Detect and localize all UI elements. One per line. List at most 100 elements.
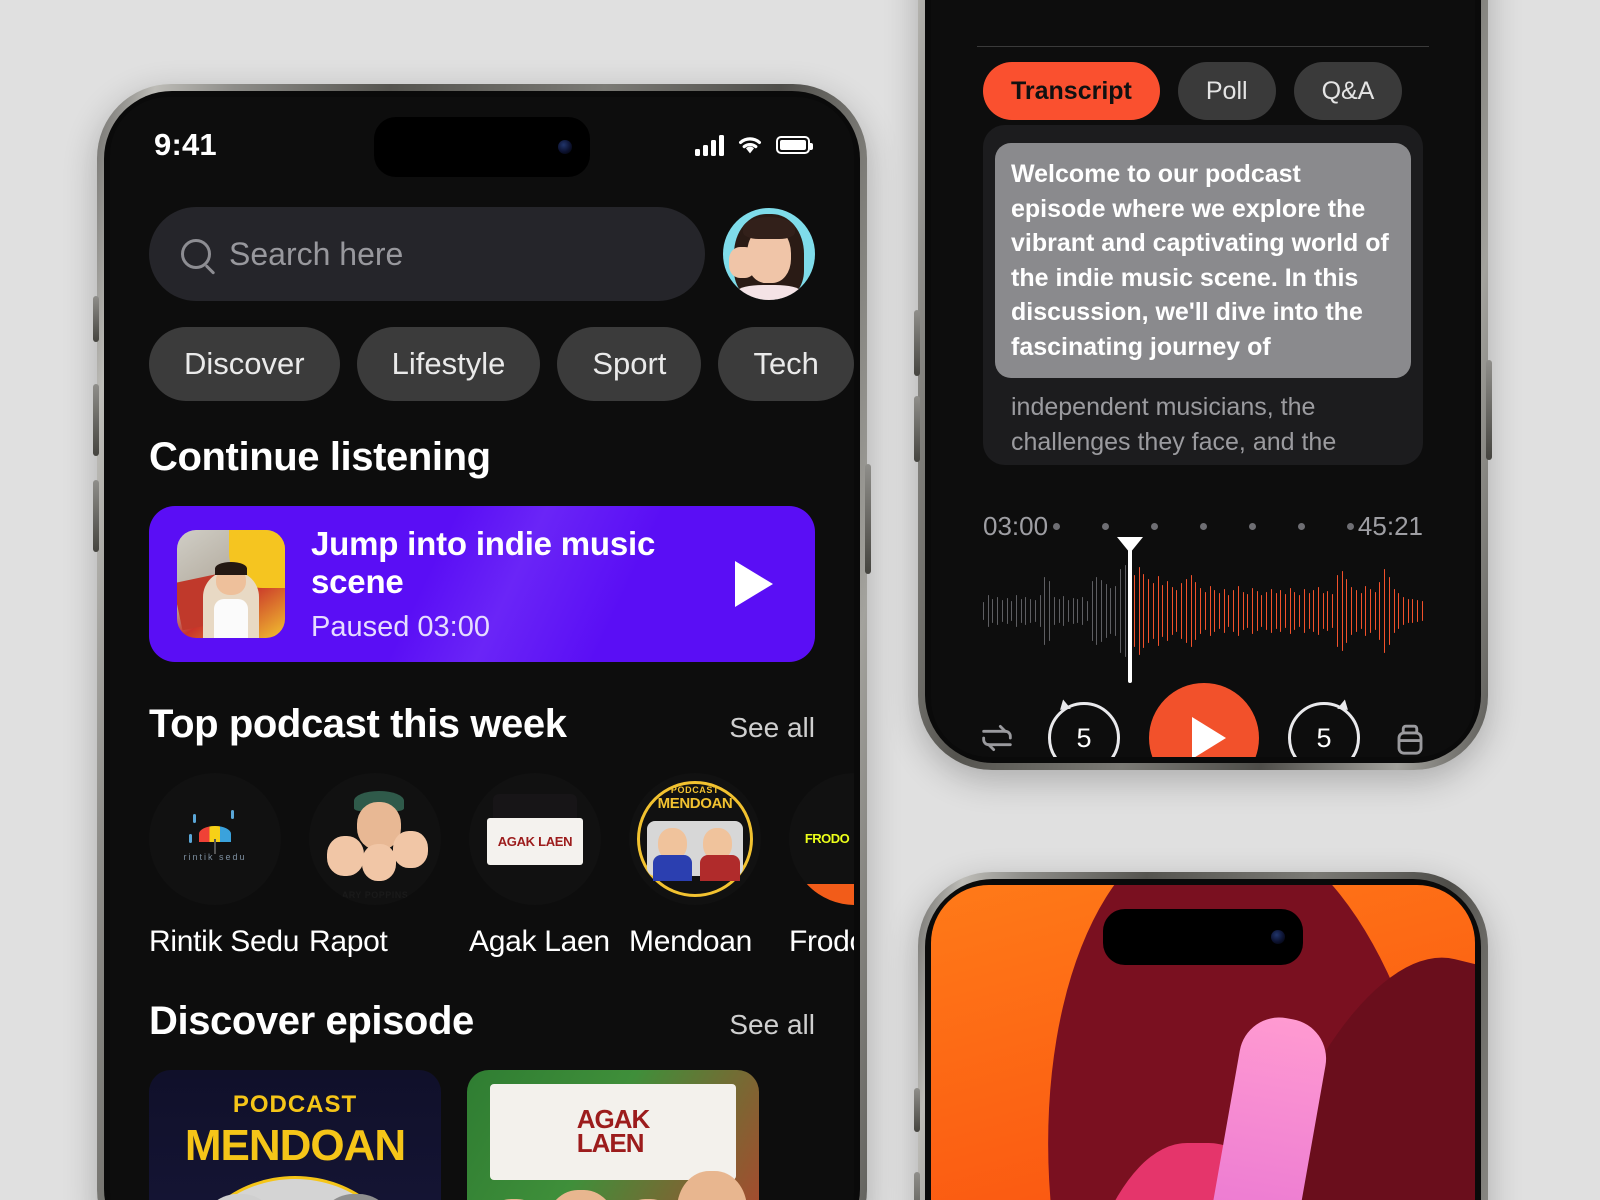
forward-5-icon[interactable]: 5 bbox=[1288, 699, 1360, 757]
waveform-bar bbox=[1025, 596, 1027, 626]
player-controls: 5 5 bbox=[975, 683, 1431, 757]
waveform-bar bbox=[1327, 590, 1329, 632]
playhead-handle[interactable] bbox=[1128, 541, 1133, 683]
waveform-bar bbox=[1110, 587, 1112, 635]
rapot-artwork: ARY POPPINS bbox=[309, 773, 441, 905]
waveform-bar bbox=[1398, 592, 1399, 630]
play-icon[interactable] bbox=[735, 561, 773, 607]
waveform-bar bbox=[1148, 579, 1149, 643]
waveform-bar bbox=[1181, 583, 1182, 639]
top-podcast-list: rintik sedu Rintik Sedu ARY POPPINS Rapo… bbox=[149, 773, 854, 959]
search-input[interactable]: Search here bbox=[149, 207, 705, 301]
waveform-bar bbox=[1355, 589, 1357, 633]
volume-up-button[interactable] bbox=[93, 384, 99, 456]
speaker-icon[interactable] bbox=[1389, 716, 1431, 757]
continue-listening-heading: Continue listening bbox=[149, 435, 491, 479]
avatar-shirt bbox=[737, 285, 801, 300]
chip-sport[interactable]: Sport bbox=[557, 327, 702, 401]
tab-poll[interactable]: Poll bbox=[1177, 62, 1276, 120]
discover-card-mendoan[interactable]: PODCAST MENDOAN bbox=[149, 1070, 441, 1200]
continue-listening-card[interactable]: Jump into indie music scene Paused 03:00 bbox=[149, 506, 815, 662]
podcast-item-frodo[interactable]: FRODO Frodo bbox=[789, 773, 854, 959]
waveform-bar bbox=[1020, 599, 1022, 623]
status-indicators bbox=[695, 134, 813, 156]
waveform-bar bbox=[1322, 592, 1324, 630]
waveform-bar bbox=[1369, 588, 1371, 634]
waveform-bar bbox=[987, 594, 989, 628]
power-button[interactable] bbox=[1486, 360, 1492, 460]
podcast-name: Frodo bbox=[789, 925, 854, 958]
waveform-bar bbox=[1379, 582, 1381, 640]
waveform-bar bbox=[1053, 596, 1055, 626]
waveform-bar bbox=[1115, 586, 1116, 636]
action-button[interactable] bbox=[93, 296, 99, 342]
podcast-item-rapot[interactable]: ARY POPPINS Rapot bbox=[309, 773, 441, 959]
rintik-sedu-artwork: rintik sedu bbox=[149, 773, 281, 905]
volume-up-button[interactable] bbox=[914, 1172, 920, 1200]
waveform-bar bbox=[1412, 599, 1414, 623]
avatar-hand bbox=[728, 246, 757, 278]
wifi-icon bbox=[739, 137, 761, 154]
top-podcast-see-all[interactable]: See all bbox=[729, 712, 815, 744]
chip-discover[interactable]: Discover bbox=[149, 327, 340, 401]
podcast-item-agak-laen[interactable]: AGAK LAEN Agak Laen bbox=[469, 773, 610, 959]
rewind-5-icon[interactable]: 5 bbox=[1048, 699, 1120, 757]
podcast-name: Rintik Sedu bbox=[149, 925, 300, 958]
waveform-bar bbox=[1261, 594, 1263, 628]
waveform-bar bbox=[1185, 579, 1187, 643]
waveform-bar bbox=[1124, 564, 1126, 658]
chip-lifestyle[interactable]: Lifestyle bbox=[356, 327, 541, 401]
waveform-bars bbox=[983, 563, 1423, 659]
avatar[interactable] bbox=[723, 208, 815, 300]
podcast-item-mendoan[interactable]: PODCAST MENDOAN Mendoan bbox=[629, 773, 761, 959]
play-button[interactable] bbox=[1149, 683, 1259, 757]
category-chip-list: Discover Lifestyle Sport Tech bbox=[149, 327, 854, 401]
podcast-item-rintik-sedu[interactable]: rintik sedu Rintik Sedu bbox=[149, 773, 300, 959]
waveform-bar bbox=[1006, 597, 1008, 625]
waveform-bar bbox=[1256, 590, 1258, 632]
volume-up-button[interactable] bbox=[914, 310, 920, 376]
waveform-bar bbox=[1077, 599, 1079, 623]
dynamic-island bbox=[1103, 909, 1303, 965]
tab-transcript[interactable]: Transcript bbox=[983, 62, 1160, 120]
waveform-bar bbox=[1228, 594, 1230, 628]
play-icon bbox=[1191, 717, 1226, 757]
volume-down-button[interactable] bbox=[93, 480, 99, 552]
volume-down-button[interactable] bbox=[914, 396, 920, 462]
power-button[interactable] bbox=[865, 464, 871, 574]
dynamic-island bbox=[374, 117, 590, 177]
waveform-bar bbox=[1360, 592, 1362, 630]
discover-episode-heading: Discover episode bbox=[149, 999, 474, 1043]
waveform-bar bbox=[1157, 576, 1159, 646]
waveform-bar bbox=[1308, 592, 1310, 630]
action-button[interactable] bbox=[914, 1088, 920, 1132]
waveform-bar bbox=[1318, 587, 1319, 635]
waveform-bar bbox=[1270, 588, 1272, 634]
waveform-bar bbox=[1171, 587, 1173, 635]
waveform-bar bbox=[1332, 593, 1333, 629]
podcast-name: Rapot bbox=[309, 925, 388, 958]
repeat-icon[interactable] bbox=[975, 718, 1019, 757]
podcast-name: Agak Laen bbox=[469, 925, 610, 958]
waveform-bar bbox=[1289, 587, 1291, 635]
front-camera-icon bbox=[1271, 930, 1285, 944]
audio-waveform[interactable] bbox=[983, 541, 1423, 683]
chip-tech[interactable]: Tech bbox=[718, 327, 854, 401]
discover-card-agak-laen[interactable]: AGAK LAEN bbox=[467, 1070, 759, 1200]
waveform-bar bbox=[1374, 591, 1376, 631]
transcript-panel[interactable]: Welcome to our podcast episode where we … bbox=[983, 125, 1423, 465]
mendoan-artwork: PODCAST MENDOAN bbox=[629, 773, 761, 905]
timeline-dots bbox=[1052, 523, 1354, 530]
waveform-bar bbox=[1034, 600, 1036, 622]
waveform-bar bbox=[1351, 587, 1352, 635]
discover-episode-see-all[interactable]: See all bbox=[729, 1009, 815, 1041]
phone-home-screen: 9:41 Search here Discover Lifestyle Spor… bbox=[93, 84, 871, 1200]
waveform-bar bbox=[1341, 570, 1343, 652]
waveform-bar bbox=[1388, 577, 1390, 645]
tab-qa[interactable]: Q&A bbox=[1293, 62, 1403, 120]
transcript-paragraph-2: independent musicians, the challenges th… bbox=[1011, 393, 1374, 465]
waveform-bar bbox=[1417, 600, 1418, 622]
waveform-bar bbox=[1200, 587, 1201, 635]
waveform-bar bbox=[1119, 568, 1121, 654]
waveform-bar bbox=[1011, 601, 1013, 621]
